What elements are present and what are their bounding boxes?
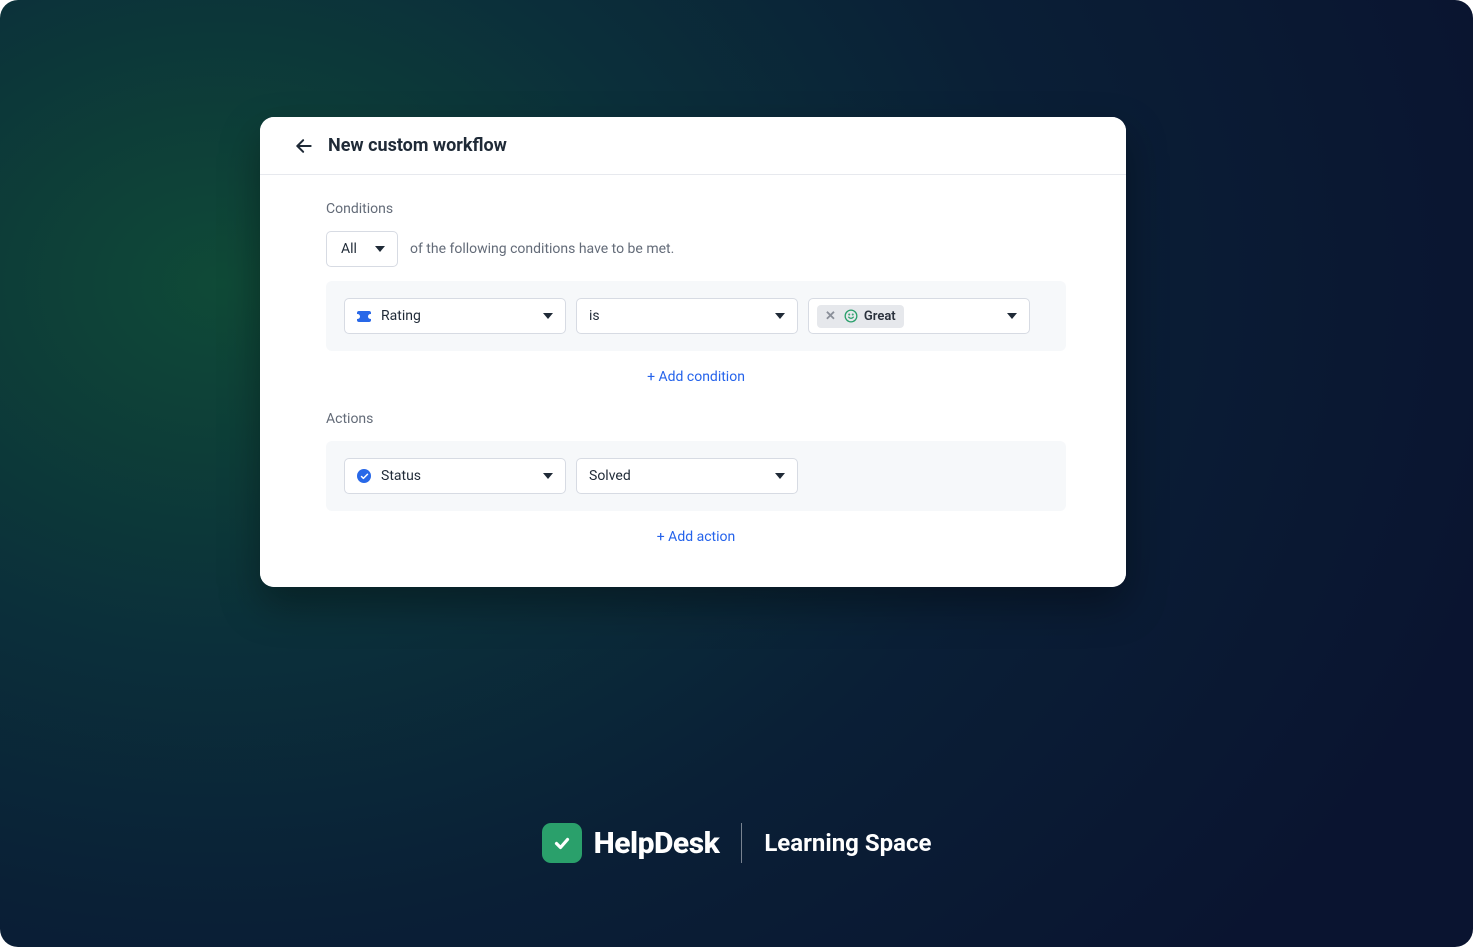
- ticket-icon: [357, 311, 371, 322]
- action-field-select[interactable]: Status: [344, 458, 566, 494]
- brand-product-name: HelpDesk: [594, 826, 720, 861]
- match-mode-value: All: [341, 241, 357, 257]
- condition-value-chip: ✕ Great: [817, 305, 904, 328]
- card-body: Conditions All of the following conditio…: [260, 175, 1126, 587]
- condition-operator-select[interactable]: is: [576, 298, 798, 334]
- condition-value-text: Great: [864, 309, 896, 324]
- back-arrow-icon[interactable]: [294, 136, 314, 156]
- chevron-down-icon: [543, 473, 553, 479]
- add-action-button[interactable]: + Add action: [326, 529, 1066, 545]
- match-mode-select[interactable]: All: [326, 231, 398, 267]
- card-header: New custom workflow: [260, 117, 1126, 175]
- conditions-section-title: Conditions: [326, 201, 1066, 217]
- condition-row: Rating is ✕ Great: [326, 281, 1066, 351]
- action-row: Status Solved: [326, 441, 1066, 511]
- actions-section-title: Actions: [326, 411, 1066, 427]
- conditions-match-row: All of the following conditions have to …: [326, 231, 1066, 267]
- chevron-down-icon: [775, 313, 785, 319]
- chevron-down-icon: [775, 473, 785, 479]
- action-value-text: Solved: [589, 468, 631, 484]
- condition-value-select[interactable]: ✕ Great: [808, 298, 1030, 334]
- condition-field-select[interactable]: Rating: [344, 298, 566, 334]
- condition-operator-value: is: [589, 308, 600, 324]
- smile-icon: [844, 309, 858, 323]
- brand-footer: HelpDesk Learning Space: [0, 823, 1473, 863]
- chevron-down-icon: [1007, 313, 1017, 319]
- chevron-down-icon: [543, 313, 553, 319]
- match-suffix-text: of the following conditions have to be m…: [410, 241, 674, 257]
- chevron-down-icon: [375, 246, 385, 252]
- action-value-select[interactable]: Solved: [576, 458, 798, 494]
- remove-chip-icon[interactable]: ✕: [823, 310, 838, 323]
- add-condition-button[interactable]: + Add condition: [326, 369, 1066, 385]
- check-circle-icon: [357, 469, 371, 483]
- helpdesk-logo-icon: [542, 823, 582, 863]
- action-field-value: Status: [381, 468, 421, 484]
- brand-divider: [741, 823, 742, 863]
- brand-section-name: Learning Space: [764, 829, 931, 857]
- page-background: New custom workflow Conditions All of th…: [0, 0, 1473, 947]
- page-title: New custom workflow: [328, 135, 507, 156]
- workflow-card: New custom workflow Conditions All of th…: [260, 117, 1126, 587]
- condition-field-value: Rating: [381, 308, 421, 324]
- brand-logo-lockup: HelpDesk: [542, 823, 720, 863]
